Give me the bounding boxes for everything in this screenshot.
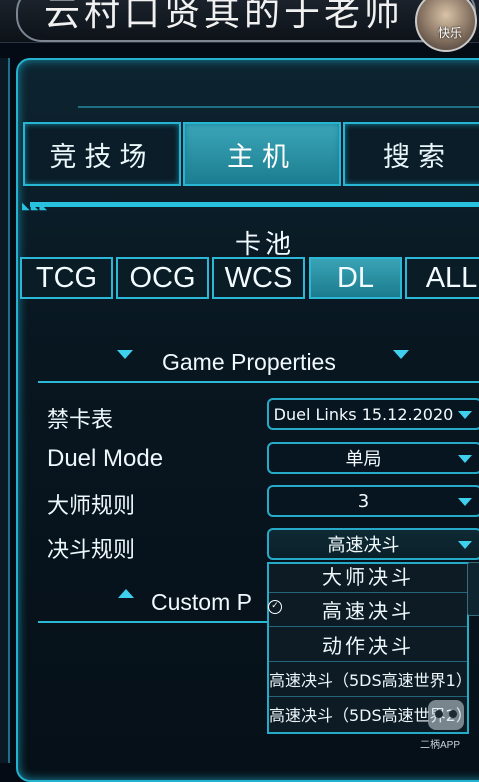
tab-search[interactable]: 搜索 (343, 122, 479, 186)
collapse-arrow-right-icon[interactable] (393, 350, 409, 359)
tab-host[interactable]: 主机 (183, 122, 341, 186)
duel-rule-label: 决斗规则 (47, 538, 136, 563)
pool-option-all[interactable]: ALL (405, 257, 479, 299)
expand-arrow-icon[interactable] (118, 589, 134, 598)
master-rule-label: 大师规则 (47, 494, 136, 519)
card-pool-title: 卡池 (234, 230, 295, 260)
dropdown-option-master-duel[interactable]: 大师决斗 (269, 564, 467, 593)
panel-top-line (78, 106, 479, 118)
master-rule-select[interactable]: 3 (267, 485, 479, 517)
duel-rule-value: 高速决斗 (327, 535, 400, 556)
top-banner: 云村口贤其的于老师 (0, 0, 479, 43)
pool-option-dl[interactable]: DL (309, 257, 402, 299)
pool-option-tcg[interactable]: TCG (20, 257, 113, 299)
left-edge-strip (0, 58, 10, 763)
banlist-value: Duel Links 15.12.2020 (273, 404, 454, 424)
duel-mode-label: Duel Mode (47, 445, 164, 472)
pool-option-ocg[interactable]: OCG (116, 257, 209, 299)
chevron-down-icon (458, 411, 472, 419)
collapse-arrow-left-icon[interactable] (117, 350, 133, 359)
section-underline (38, 381, 479, 383)
duel-mode-value: 单局 (345, 449, 382, 470)
banlist-label: 禁卡表 (47, 408, 114, 433)
custom-section-underline (38, 621, 268, 623)
tab-arena[interactable]: 竞技场 (23, 122, 181, 186)
dropdown-option-speed-world-1[interactable]: 高速决斗（5DS高速世界1） (269, 662, 467, 697)
dropdown-scrollbar[interactable] (467, 562, 479, 616)
stream-title: 云村口贤其的于老师 (16, 0, 476, 42)
duel-rule-select[interactable]: 高速决斗 (267, 528, 479, 560)
banlist-select[interactable]: Duel Links 15.12.2020 (267, 398, 479, 430)
dropdown-option-action-duel[interactable]: 动作决斗 (269, 627, 467, 662)
avatar-label: 快乐 (438, 26, 463, 40)
tab-divider: ◣◣◣ (22, 201, 479, 212)
dropdown-option-speed-duel[interactable]: 高速决斗 (269, 592, 467, 627)
chevron-down-icon (458, 498, 472, 506)
selected-check-icon: ✓ (268, 600, 282, 614)
divider-dots: ◣◣◣ (22, 201, 49, 212)
chevron-down-icon (458, 541, 472, 549)
chevron-down-icon (458, 455, 472, 463)
master-rule-value: 3 (357, 490, 370, 512)
watermark-label: 二柄APP (420, 740, 461, 751)
pool-option-wcs[interactable]: WCS (212, 257, 305, 299)
gamepad-icon (428, 700, 464, 730)
duel-mode-select[interactable]: 单局 (267, 442, 479, 474)
custom-section-title[interactable]: Custom P (151, 587, 252, 617)
game-properties-title[interactable]: Game Properties (162, 347, 336, 377)
